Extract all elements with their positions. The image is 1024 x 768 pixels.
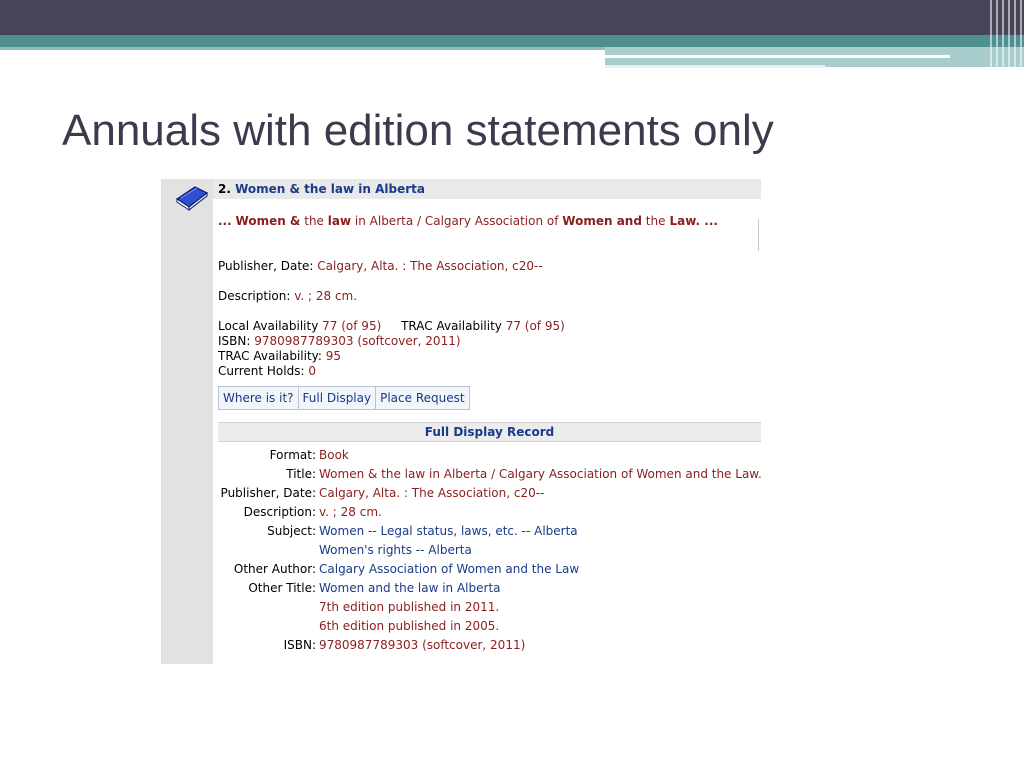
subject-link[interactable]: Women's rights -- Alberta xyxy=(319,543,472,557)
other-title-link[interactable]: Women and the law in Alberta xyxy=(319,581,501,595)
fdr-label: Other Title: xyxy=(248,581,316,595)
fdr-description-row: Description: v. ; 28 cm. xyxy=(218,505,761,524)
fdr-value: Women & the law in Alberta / Calgary Ass… xyxy=(319,467,762,481)
field-value: v. ; 28 cm. xyxy=(294,289,358,303)
field-value: 77 (of 95) xyxy=(505,319,565,333)
field-label: Current Holds: xyxy=(218,364,305,378)
fdr-value: Book xyxy=(319,448,349,462)
fdr-value: v. ; 28 cm. xyxy=(319,505,382,519)
catalog-record-panel: 2. Women & the law in Alberta ... Women … xyxy=(161,179,762,664)
fdr-label: Subject: xyxy=(267,524,316,538)
summary-highlight: Law xyxy=(669,214,696,228)
summary-ellipsis: ... xyxy=(218,214,232,228)
field-value: 77 (of 95) xyxy=(322,319,382,333)
summary-text: in Alberta / Calgary Association of xyxy=(354,214,559,228)
slide-accent-line xyxy=(605,55,950,58)
record-number: 2. xyxy=(218,182,231,196)
summary-highlight: law xyxy=(327,214,352,228)
fdr-label: Format: xyxy=(269,448,316,462)
fdr-other-title-row: Other Title: Women and the law in Albert… xyxy=(218,581,761,600)
fdr-value: 7th edition published in 2011. xyxy=(319,600,500,614)
fdr-label: Title: xyxy=(286,467,316,481)
record-summary: ... Women & the law in Alberta / Calgary… xyxy=(218,214,718,228)
field-label: TRAC Availability: xyxy=(218,349,322,363)
summary-text: the xyxy=(645,214,666,228)
fdr-label: Other Author: xyxy=(233,562,316,576)
fdr-isbn-row: ISBN: 9780987789303 (softcover, 2011) xyxy=(218,638,761,657)
publisher-field: Publisher, Date: Calgary, Alta. : The As… xyxy=(218,259,543,273)
field-label: TRAC Availability xyxy=(401,319,502,333)
field-label: Description: xyxy=(218,289,291,303)
summary-highlight: Women & xyxy=(235,214,301,228)
author-link[interactable]: Calgary Association of Women and the Law xyxy=(319,562,579,576)
where-is-it-button[interactable]: Where is it? xyxy=(219,387,299,409)
subject-link[interactable]: Women -- Legal status, laws, etc. -- Alb… xyxy=(319,524,578,538)
slide-title: Annuals with edition statements only xyxy=(62,106,774,155)
slide-teal-band xyxy=(0,35,1024,47)
field-label: ISBN: xyxy=(218,334,251,348)
record-action-buttons: Where is it? Full Display Place Request xyxy=(218,386,470,410)
fdr-format-row: Format: Book xyxy=(218,448,761,467)
slide-accent-line xyxy=(605,65,825,68)
fdr-value: Calgary, Alta. : The Association, c20-- xyxy=(319,486,545,500)
fdr-subject-row-2: Women's rights -- Alberta xyxy=(218,543,761,562)
summary-text: the xyxy=(304,214,324,228)
fdr-subject-row: Subject: Women -- Legal status, laws, et… xyxy=(218,524,761,543)
fdr-value: 9780987789303 (softcover, 2011) xyxy=(319,638,526,652)
record-header: 2. Women & the law in Alberta xyxy=(213,179,761,199)
record-icon-column xyxy=(161,179,213,664)
trac-availability-field: TRAC Availability: 95 xyxy=(218,349,341,363)
book-icon xyxy=(175,186,209,211)
fdr-value: 6th edition published in 2005. xyxy=(319,619,500,633)
field-value: Calgary, Alta. : The Association, c20-- xyxy=(317,259,543,273)
summary-highlight: Women and xyxy=(562,214,642,228)
fdr-publisher-row: Publisher, Date: Calgary, Alta. : The As… xyxy=(218,486,761,505)
availability-field: Local Availability 77 (of 95) TRAC Avail… xyxy=(218,319,565,333)
field-label: Local Availability xyxy=(218,319,319,333)
record-title-link[interactable]: Women & the law in Alberta xyxy=(235,182,425,196)
fdr-other-author-row: Other Author: Calgary Association of Wom… xyxy=(218,562,761,581)
full-display-button[interactable]: Full Display xyxy=(298,387,377,409)
fdr-note-row: 7th edition published in 2011. xyxy=(218,600,761,619)
fdr-note-row-2: 6th edition published in 2005. xyxy=(218,619,761,638)
full-display-header: Full Display Record xyxy=(218,422,761,442)
slide-corner-lines xyxy=(990,0,1024,70)
field-value: 0 xyxy=(308,364,316,378)
fdr-title-row: Title: Women & the law in Alberta / Calg… xyxy=(218,467,762,486)
field-value: 9780987789303 (softcover, 2011) xyxy=(254,334,461,348)
summary-ellipsis: . ... xyxy=(695,214,718,228)
fdr-label: Description: xyxy=(243,505,316,519)
slide-accent-bar xyxy=(0,47,605,50)
field-value: 95 xyxy=(325,349,342,363)
place-request-button[interactable]: Place Request xyxy=(376,387,469,409)
field-label: Publisher, Date: xyxy=(218,259,314,273)
isbn-field: ISBN: 9780987789303 (softcover, 2011) xyxy=(218,334,461,348)
description-field: Description: v. ; 28 cm. xyxy=(218,289,357,303)
fdr-label: Publisher, Date: xyxy=(220,486,316,500)
holds-field: Current Holds: 0 xyxy=(218,364,316,378)
fdr-label: ISBN: xyxy=(283,638,316,652)
divider xyxy=(758,219,759,251)
slide-top-band xyxy=(0,0,1024,35)
